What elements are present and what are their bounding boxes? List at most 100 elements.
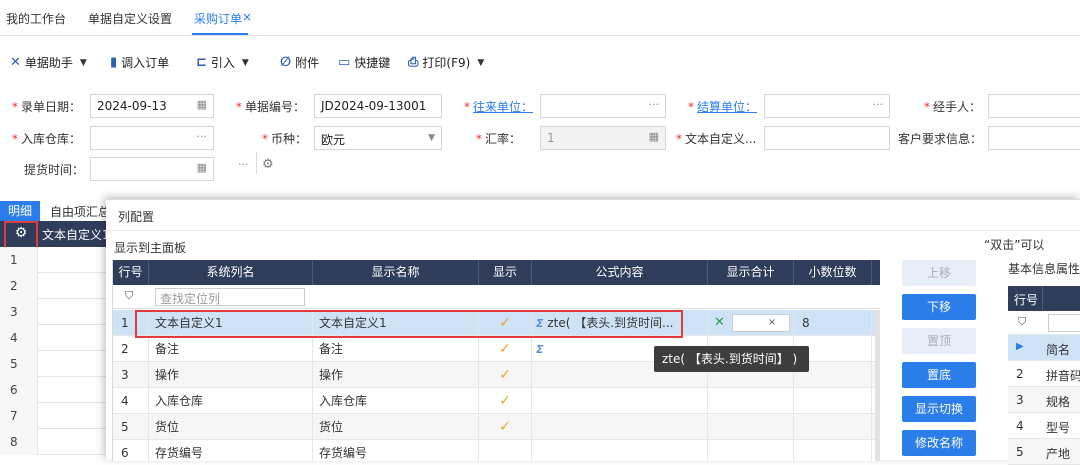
table-row[interactable]: 5 货位 货位 ✓: [113, 414, 880, 440]
doc-assistant-label: 单据助手: [24, 56, 73, 70]
import-icon: ⊏: [196, 55, 207, 70]
move-up-button[interactable]: 上移: [902, 260, 976, 286]
toggle-display-button[interactable]: 显示切换: [902, 396, 976, 422]
system-name-cell: 货位: [149, 414, 313, 440]
table-row[interactable]: 4 入库仓库 入库仓库 ✓: [113, 388, 880, 414]
currency-select[interactable]: 欧元 ▼: [314, 126, 442, 150]
formula-cell[interactable]: [532, 388, 708, 414]
display-name-cell[interactable]: 存货编号: [313, 440, 479, 461]
date-input[interactable]: 2024-09-13 ▦: [90, 94, 214, 118]
import-order-button[interactable]: ▮ 调入订单: [110, 54, 169, 71]
more-fields-icon[interactable]: ···: [238, 158, 249, 171]
calculator-icon: ▦: [648, 130, 659, 143]
current-row-arrow-icon: ▶: [1016, 341, 1024, 352]
display-name-cell[interactable]: 入库仓库: [313, 388, 479, 414]
show-checkbox[interactable]: [479, 440, 532, 461]
tab-detail[interactable]: 明细: [0, 201, 40, 221]
decimals-cell[interactable]: [794, 440, 872, 461]
filter-row: ⛉ 查找定位列: [113, 285, 880, 309]
system-name-cell: 入库仓库: [149, 388, 313, 414]
list-item[interactable]: ▶ 简名: [1008, 335, 1080, 361]
custom-text-input[interactable]: [764, 126, 890, 150]
chevron-down-icon: ▼: [241, 57, 249, 68]
tab-close-icon[interactable]: ×: [242, 10, 252, 24]
print-button[interactable]: ⎙ 打印(F9) ▼: [408, 54, 484, 71]
chevron-down-icon: ▼: [428, 133, 435, 143]
table-row[interactable]: 6 存货编号 存货编号: [113, 440, 880, 461]
list-item[interactable]: 3 规格: [1008, 387, 1080, 413]
row-number: 4: [1016, 419, 1024, 433]
filter-icon[interactable]: ⛉: [1018, 315, 1026, 329]
attachment-button[interactable]: ∅ 附件: [280, 54, 319, 71]
row-no-cell: 5: [113, 414, 149, 440]
partner-input[interactable]: ···: [540, 94, 666, 118]
move-down-button[interactable]: 下移: [902, 294, 976, 320]
clear-icon[interactable]: ×: [756, 310, 788, 336]
pickup-time-input[interactable]: ▦: [90, 157, 214, 181]
list-item[interactable]: 5 产地: [1008, 439, 1080, 465]
show-total-cell: ✕ ×: [708, 310, 794, 336]
display-name-cell[interactable]: 货位: [313, 414, 479, 440]
more-icon[interactable]: ···: [197, 130, 208, 143]
more-icon[interactable]: ···: [873, 98, 884, 111]
locate-column-search-input[interactable]: 查找定位列: [155, 288, 305, 306]
column-config-dialog: 列配置 显示到主面板 行号 系统列名 显示名称 显示 公式内容 显示合计 小数位…: [106, 199, 1080, 465]
active-tab-indicator: [192, 33, 248, 35]
column-header-row-no: 行号: [113, 260, 149, 285]
show-checkbox[interactable]: ✓: [479, 414, 532, 440]
show-total-cell: [708, 414, 794, 440]
basic-info-search-input[interactable]: [1048, 314, 1080, 332]
handler-input[interactable]: [988, 94, 1080, 118]
filter-icon[interactable]: ⛉: [125, 289, 133, 303]
system-name-cell: 操作: [149, 362, 313, 388]
column-header-system-name: 系统列名: [149, 260, 313, 285]
column-header-decimals: 小数位数: [794, 260, 872, 285]
doc-number-input[interactable]: JD2024-09-13001: [314, 94, 442, 118]
column-header-display-name: 显示名称: [313, 260, 479, 285]
formula-cell[interactable]: [532, 414, 708, 440]
dialog-subtitle: 显示到主面板: [114, 241, 187, 255]
warehouse-label: * 入库仓库：: [12, 132, 82, 146]
display-name-cell[interactable]: 备注: [313, 336, 479, 362]
doc-number-label: * 单据编号：: [236, 100, 306, 114]
grid-scrollbar[interactable]: [875, 310, 880, 461]
tab-free-summary[interactable]: 自由项汇总: [50, 203, 110, 220]
calendar-icon[interactable]: ▦: [197, 161, 207, 174]
shortcut-keys-button[interactable]: ▭ 快捷键: [338, 54, 390, 71]
decimals-cell[interactable]: 8: [794, 310, 872, 336]
list-item[interactable]: 2 拼音码: [1008, 361, 1080, 387]
decimals-cell[interactable]: [794, 414, 872, 440]
move-top-button[interactable]: 置顶: [902, 328, 976, 354]
more-icon[interactable]: ···: [649, 98, 660, 111]
clear-formula-icon[interactable]: ✕: [714, 310, 725, 336]
bring-in-label: 引入: [210, 56, 235, 70]
show-checkbox[interactable]: ✓: [479, 336, 532, 362]
settings-gear-icon[interactable]: ⚙: [262, 157, 274, 172]
display-name-cell[interactable]: 操作: [313, 362, 479, 388]
warehouse-input[interactable]: ···: [90, 126, 214, 150]
calendar-icon[interactable]: ▦: [197, 98, 207, 111]
document-icon: ▮: [110, 55, 118, 70]
column-header-show-total: 显示合计: [708, 260, 794, 285]
bring-in-button[interactable]: ⊏ 引入 ▼: [196, 54, 249, 71]
tab-doc-custom-settings[interactable]: 单据自定义设置: [88, 10, 172, 27]
row-no-cell: 3: [113, 362, 149, 388]
shortcut-keys-label: 快捷键: [354, 56, 391, 70]
doc-assistant-button[interactable]: ✕ 单据助手 ▼: [10, 54, 87, 71]
column-header-formula: 公式内容: [532, 260, 708, 285]
row-number: 3: [0, 299, 38, 325]
settle-unit-input[interactable]: ···: [764, 94, 890, 118]
gear-highlight-box: [4, 221, 38, 250]
chevron-down-icon: ▼: [477, 57, 485, 68]
tab-purchase-order[interactable]: 采购订单: [194, 10, 242, 27]
show-checkbox[interactable]: ✓: [479, 362, 532, 388]
rename-button[interactable]: 修改名称: [902, 430, 976, 456]
formula-cell[interactable]: [532, 440, 708, 461]
show-checkbox[interactable]: ✓: [479, 388, 532, 414]
decimals-cell[interactable]: [794, 388, 872, 414]
paperclip-icon: ∅: [280, 55, 292, 70]
list-item[interactable]: 4 型号: [1008, 413, 1080, 439]
tab-workbench[interactable]: 我的工作台: [6, 10, 66, 27]
customer-req-input[interactable]: [988, 126, 1080, 150]
move-bottom-button[interactable]: 置底: [902, 362, 976, 388]
